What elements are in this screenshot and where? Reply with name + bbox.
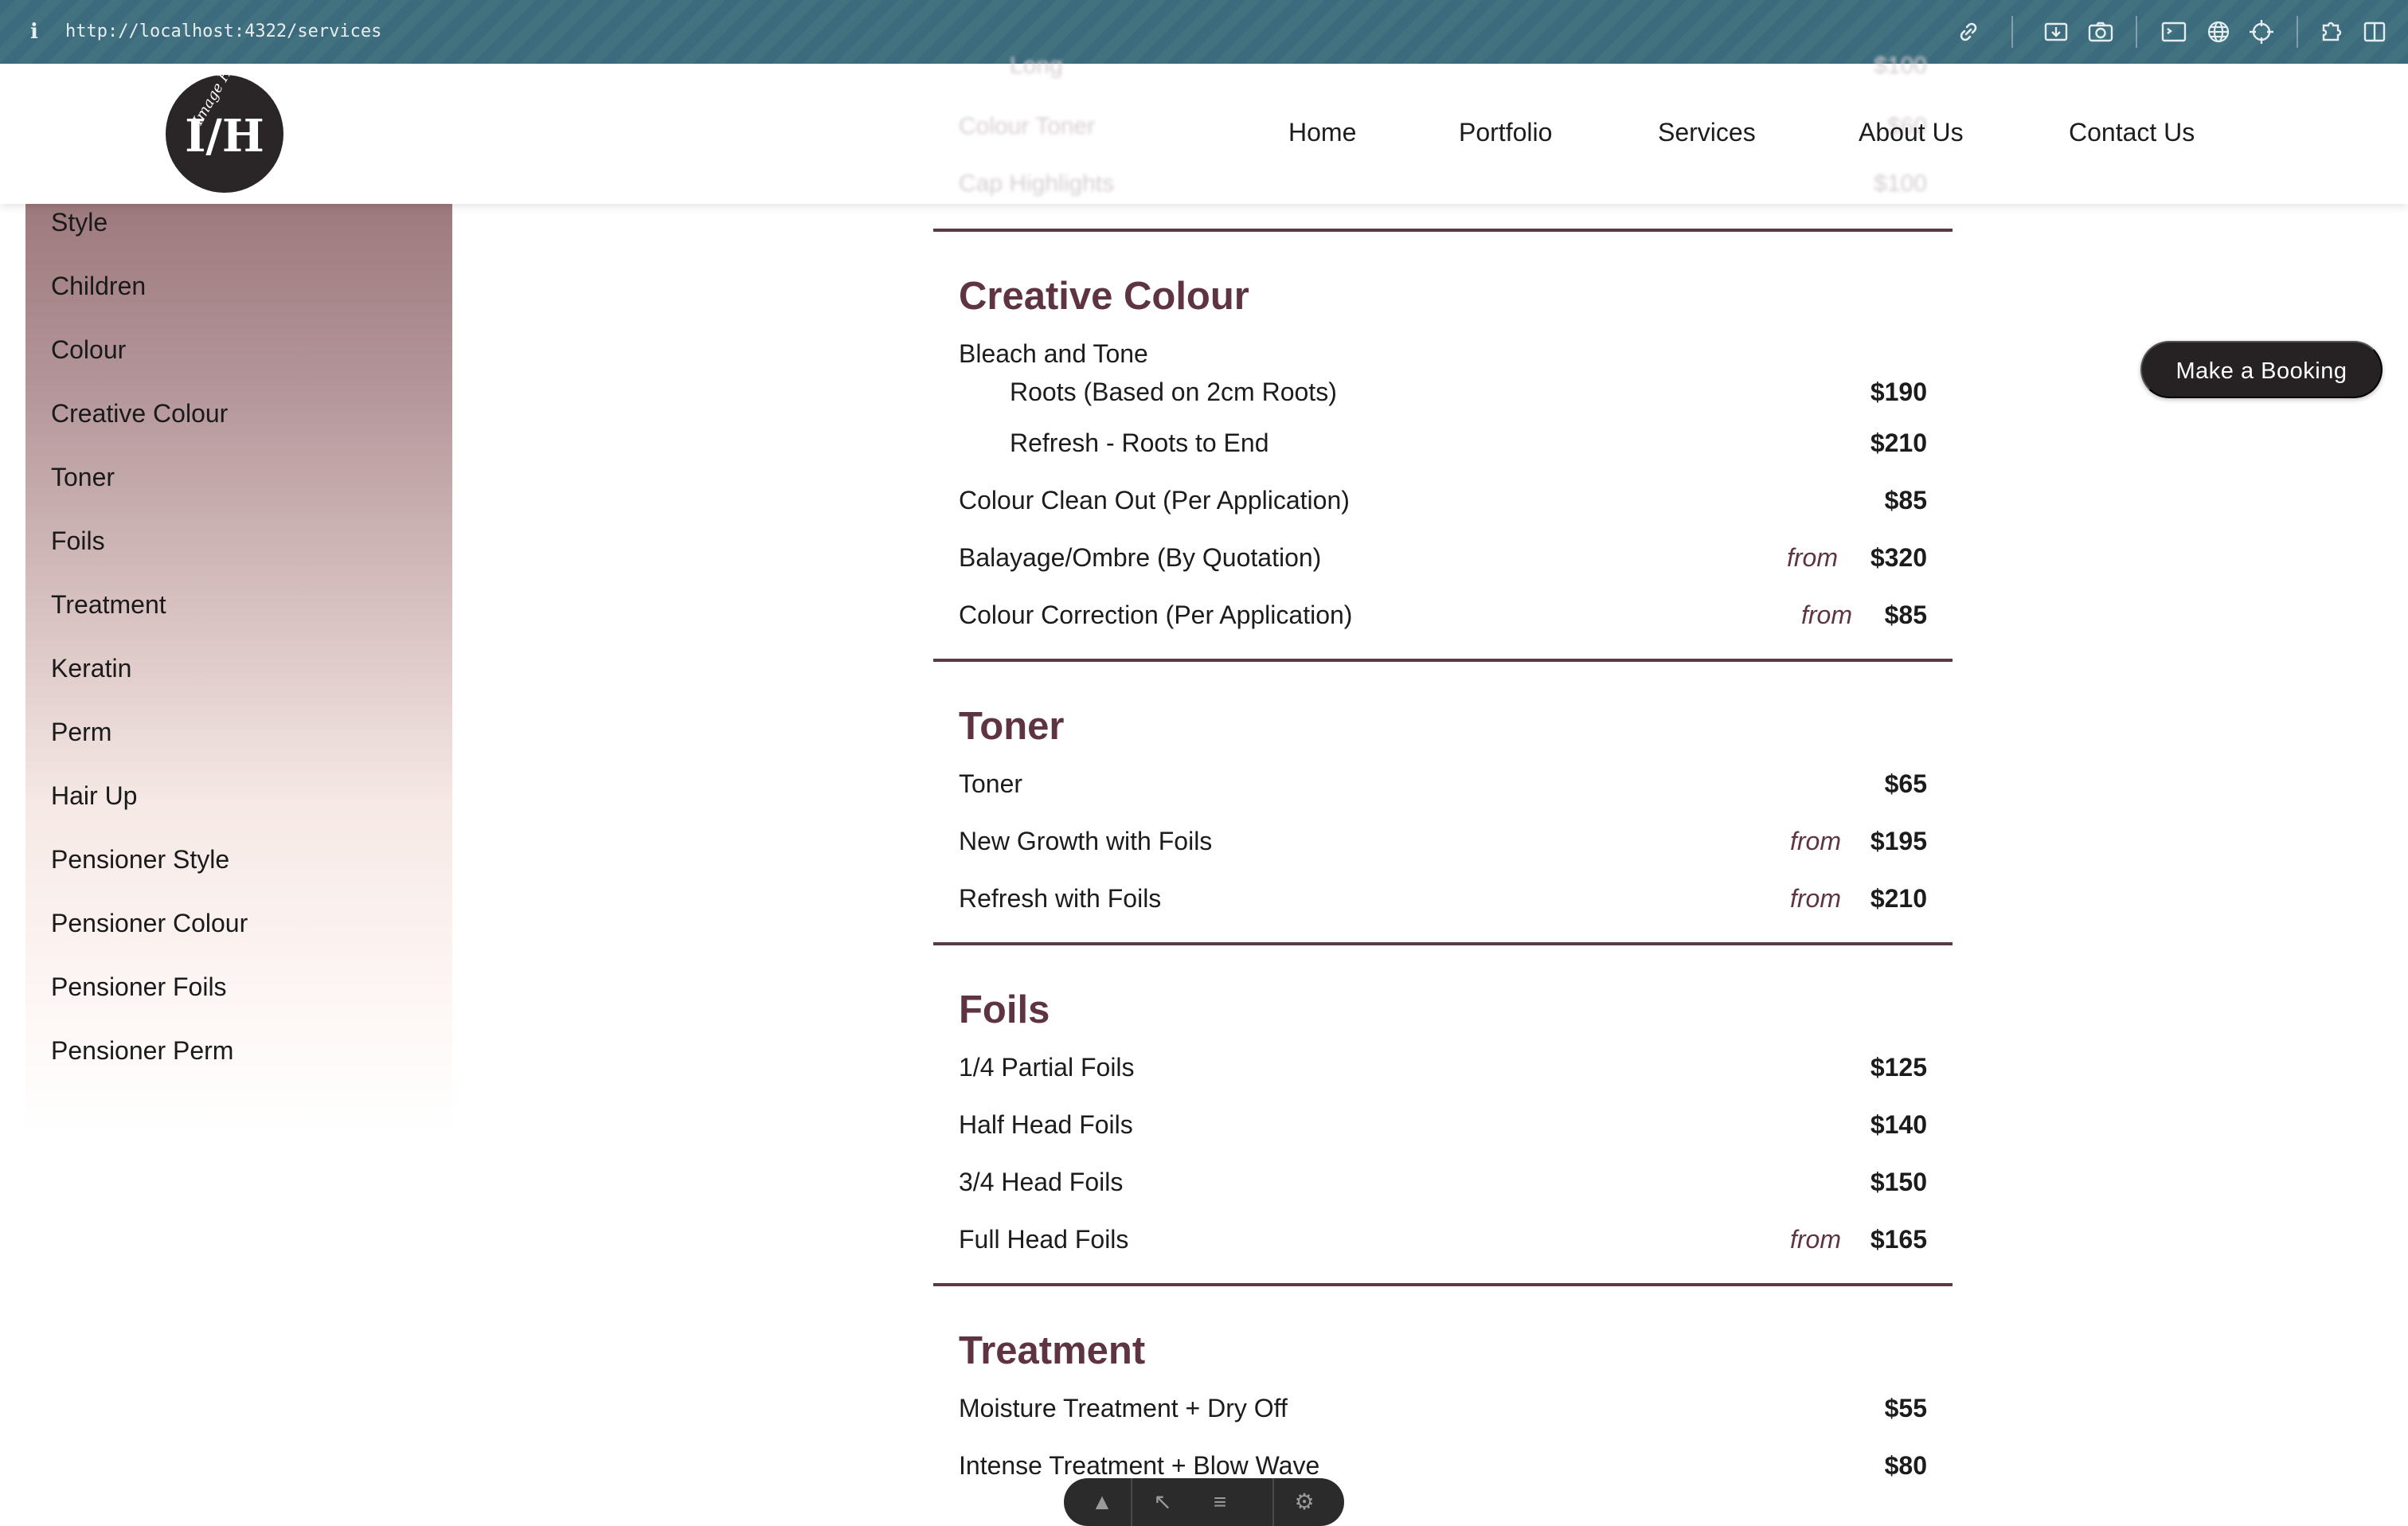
- price-row: Refresh with Foils from $210: [959, 881, 1927, 916]
- section-divider: [933, 229, 1953, 232]
- service-name: Colour Clean Out (Per Application): [959, 486, 1350, 515]
- nav-services[interactable]: Services: [1658, 115, 1756, 150]
- site-header: Long $100 Colour Toner $60 Cap Highlight…: [0, 53, 2408, 204]
- group-label-bleach-and-tone: Bleach and Tone: [959, 339, 1148, 368]
- globe-icon[interactable]: [2204, 18, 2233, 46]
- terminal-icon[interactable]: [2160, 18, 2188, 46]
- service-name: Toner: [959, 769, 1023, 798]
- from-label: from: [1790, 827, 1841, 855]
- service-price: $85: [1884, 601, 1927, 629]
- service-name: Moisture Treatment + Dry Off: [959, 1394, 1288, 1422]
- service-name: Colour Correction (Per Application): [959, 601, 1353, 629]
- service-price: $150: [1870, 1168, 1927, 1196]
- service-price: $80: [1884, 1451, 1927, 1480]
- service-name: Balayage/Ombre (By Quotation): [959, 543, 1322, 572]
- service-price: $210: [1870, 428, 1927, 457]
- section-divider: [933, 659, 1953, 662]
- service-price: $195: [1870, 827, 1927, 855]
- section-divider: [933, 1283, 1953, 1286]
- service-name: 1/4 Partial Foils: [959, 1053, 1135, 1082]
- service-price: $210: [1870, 884, 1927, 913]
- service-name: Half Head Foils: [959, 1110, 1133, 1139]
- price-row: Refresh - Roots to End $210: [1010, 425, 1927, 460]
- nav-home[interactable]: Home: [1288, 115, 1356, 150]
- section-title-toner: Toner: [959, 705, 1065, 748]
- from-label: from: [1801, 601, 1852, 629]
- address-bar[interactable]: http://localhost:4322/services: [65, 18, 381, 46]
- settings-icon[interactable]: ⚙: [1288, 1486, 1320, 1518]
- make-booking-button[interactable]: Make a Booking: [2140, 341, 2383, 398]
- site-logo[interactable]: I/H Image Hair: [166, 75, 283, 193]
- extensions-icon[interactable]: [2317, 18, 2346, 46]
- service-price: $85: [1884, 486, 1927, 515]
- section-title-creative-colour: Creative Colour: [959, 275, 1249, 318]
- service-price: $55: [1884, 1394, 1927, 1422]
- astro-icon[interactable]: ▲: [1086, 1486, 1118, 1518]
- price-row: Balayage/Ombre (By Quotation) from $320: [959, 540, 1927, 575]
- crosshair-icon[interactable]: [2247, 18, 2276, 46]
- service-price: $165: [1870, 1225, 1927, 1254]
- ghost-price-row: Cap Highlights $100: [959, 170, 1927, 197]
- price-row: New Growth with Foils from $195: [959, 824, 1927, 859]
- service-name: Refresh - Roots to End: [1010, 428, 1269, 457]
- sidebar-item-keratin[interactable]: Keratin: [51, 651, 131, 686]
- ghost-price-row: Colour Toner $60: [959, 113, 1927, 139]
- audit-icon[interactable]: ≡: [1204, 1486, 1236, 1518]
- service-price: $190: [1870, 378, 1927, 406]
- sidebar-item-pensioner-foils[interactable]: Pensioner Foils: [51, 969, 227, 1004]
- section-title-foils: Foils: [959, 988, 1050, 1031]
- info-icon[interactable]: i: [27, 18, 41, 46]
- service-price: $65: [1884, 769, 1927, 798]
- sidebar-icon[interactable]: [2360, 18, 2389, 46]
- service-name: Roots (Based on 2cm Roots): [1010, 378, 1337, 406]
- service-name: Refresh with Foils: [959, 884, 1162, 913]
- service-name: New Growth with Foils: [959, 827, 1213, 855]
- price-row: Roots (Based on 2cm Roots) $190: [1010, 374, 1927, 409]
- sidebar-item-treatment[interactable]: Treatment: [51, 587, 166, 622]
- sidebar-item-hair-up[interactable]: Hair Up: [51, 778, 137, 813]
- price-row: Full Head Foils from $165: [959, 1222, 1927, 1257]
- from-label: from: [1790, 1225, 1841, 1254]
- floating-dev-toolbar[interactable]: ▲ ↖ ≡ ⚙: [1064, 1478, 1344, 1526]
- price-row: 1/4 Partial Foils $125: [959, 1050, 1927, 1085]
- section-divider: [933, 942, 1953, 945]
- service-name: 3/4 Head Foils: [959, 1168, 1124, 1196]
- link-icon[interactable]: [1954, 18, 1983, 46]
- sidebar-item-foils[interactable]: Foils: [51, 523, 105, 558]
- from-label: from: [1790, 884, 1841, 913]
- sidebar-item-pensioner-style[interactable]: Pensioner Style: [51, 842, 229, 877]
- service-price: $125: [1870, 1053, 1927, 1082]
- price-row: Toner $65: [959, 766, 1927, 801]
- price-row: 3/4 Head Foils $150: [959, 1164, 1927, 1199]
- from-label: from: [1787, 543, 1838, 572]
- nav-contact-us[interactable]: Contact Us: [2069, 115, 2195, 150]
- section-title-treatment: Treatment: [959, 1329, 1146, 1372]
- service-price: $140: [1870, 1110, 1927, 1139]
- sidebar-item-colour[interactable]: Colour: [51, 332, 126, 367]
- sidebar-item-pensioner-perm[interactable]: Pensioner Perm: [51, 1033, 233, 1068]
- save-page-icon[interactable]: [2042, 18, 2070, 46]
- nav-portfolio[interactable]: Portfolio: [1459, 115, 1552, 150]
- price-row: Moisture Treatment + Dry Off $55: [959, 1391, 1927, 1426]
- sidebar-item-perm[interactable]: Perm: [51, 714, 111, 749]
- sidebar-item-creative-colour[interactable]: Creative Colour: [51, 396, 228, 431]
- camera-icon[interactable]: [2086, 18, 2115, 46]
- price-row: Colour Clean Out (Per Application) $85: [959, 483, 1927, 518]
- ghost-price-row: Long $100: [1010, 53, 1927, 79]
- sidebar-item-pensioner-colour[interactable]: Pensioner Colour: [51, 906, 248, 941]
- inspect-icon[interactable]: ↖: [1147, 1486, 1179, 1518]
- price-row: Colour Correction (Per Application) from…: [959, 597, 1927, 632]
- sidebar-item-children[interactable]: Children: [51, 268, 146, 303]
- services-sidebar: Style Children Colour Creative Colour To…: [25, 195, 452, 1135]
- price-row: Half Head Foils $140: [959, 1107, 1927, 1142]
- service-price: $320: [1870, 543, 1927, 572]
- service-name: Full Head Foils: [959, 1225, 1129, 1254]
- sidebar-item-toner[interactable]: Toner: [51, 460, 115, 495]
- sidebar-item-style[interactable]: Style: [51, 205, 108, 240]
- nav-about-us[interactable]: About Us: [1859, 115, 1964, 150]
